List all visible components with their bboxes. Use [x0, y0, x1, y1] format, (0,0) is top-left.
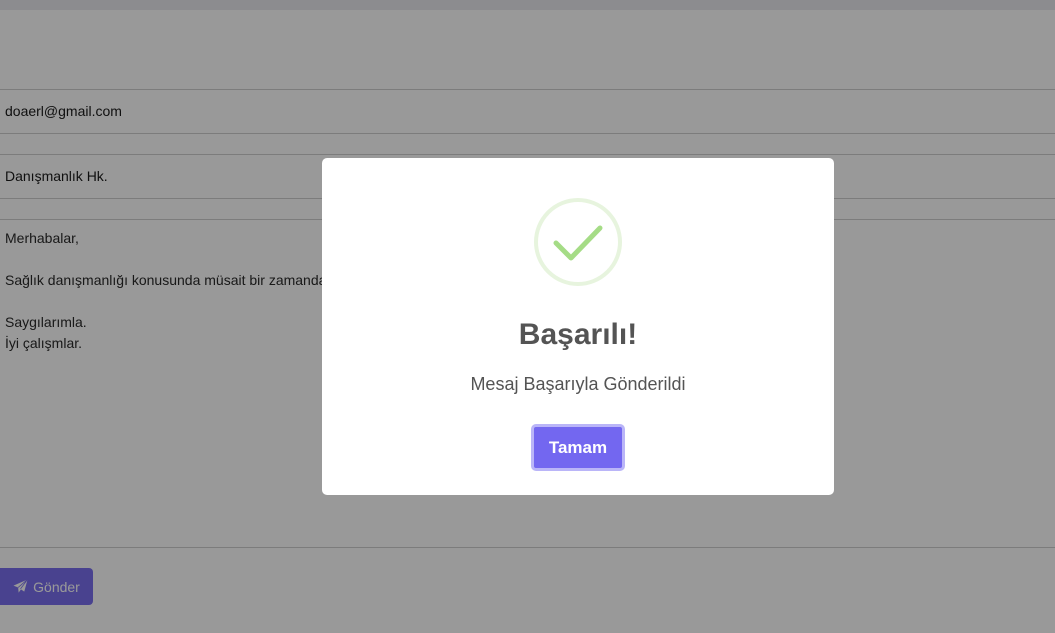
success-dialog: Başarılı! Mesaj Başarıyla Gönderildi Tam…: [322, 158, 834, 495]
success-check-icon: [534, 198, 622, 286]
dialog-message: Mesaj Başarıyla Gönderildi: [470, 374, 686, 394]
dialog-title: Başarılı!: [518, 318, 638, 351]
page: doaerl@gmail.com Danışmanlık Hk. Merhaba…: [0, 0, 1055, 633]
confirm-button[interactable]: Tamam: [531, 424, 625, 471]
